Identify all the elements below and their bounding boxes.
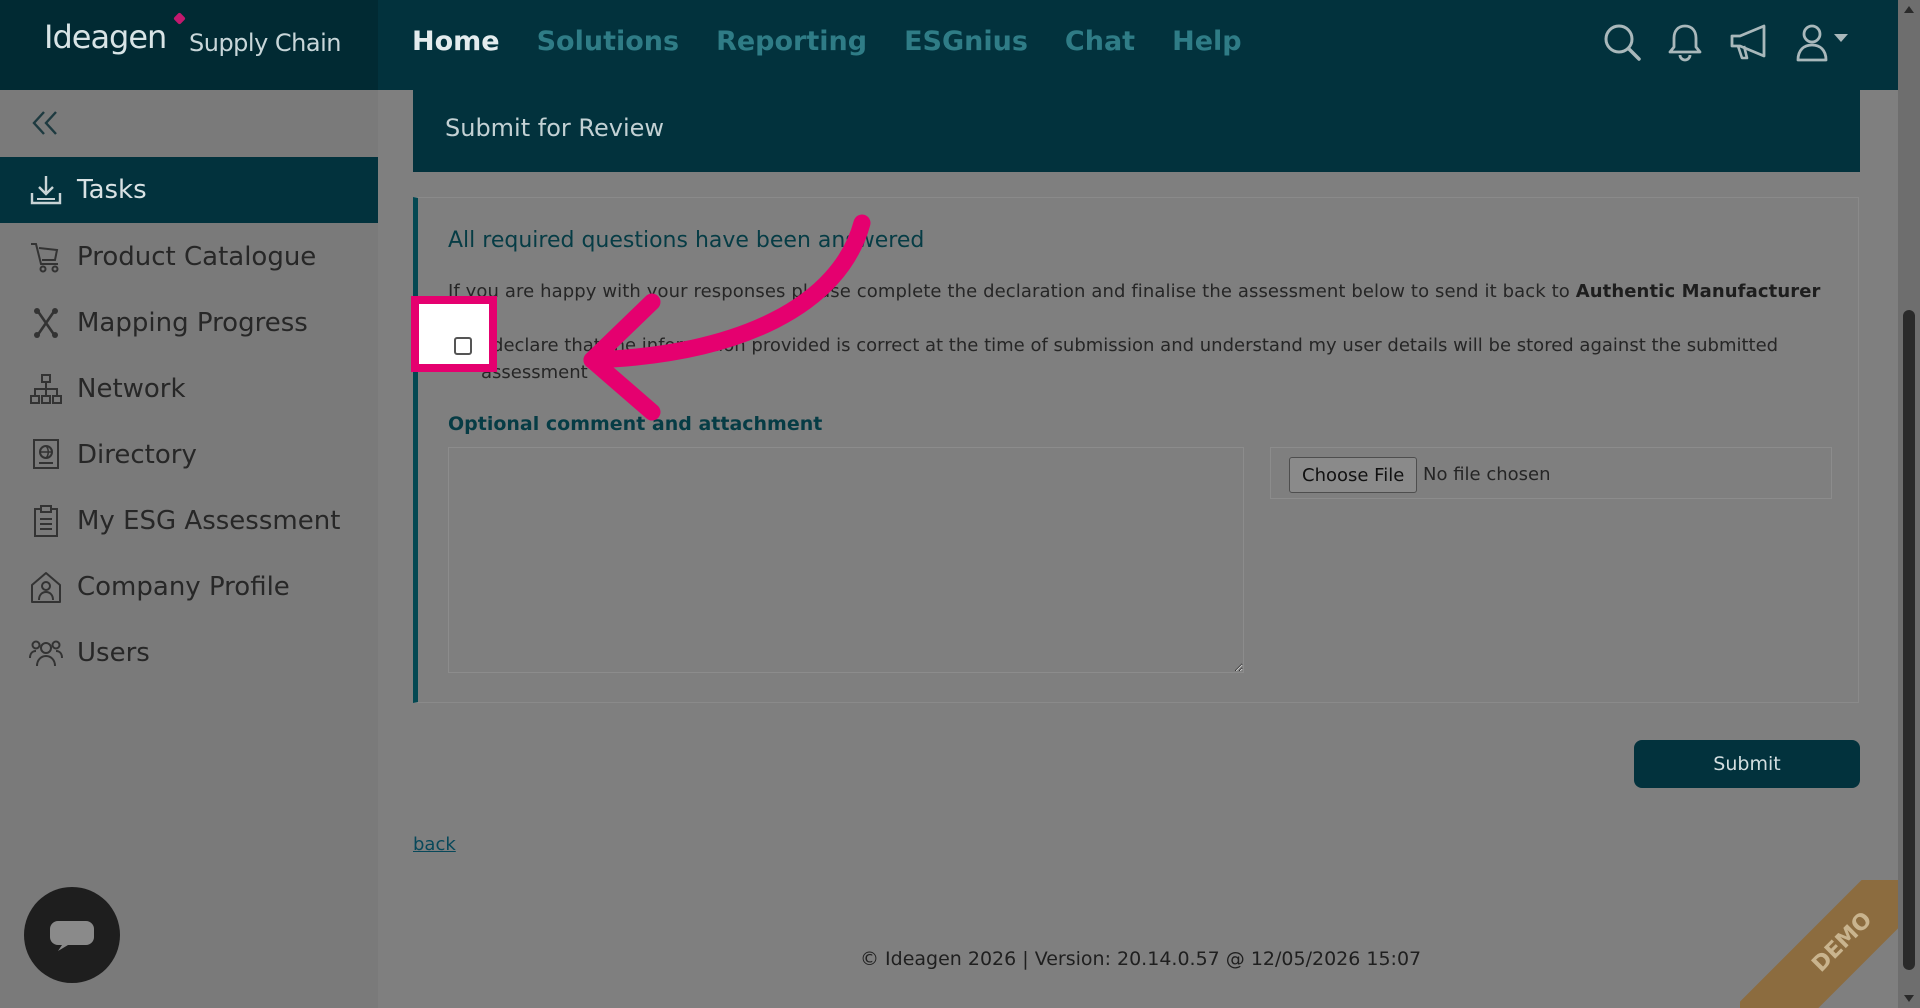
top-icon-group <box>1602 22 1852 62</box>
demo-ribbon-band: DEMO <box>1740 880 1898 1008</box>
page-scrollbar[interactable] <box>1898 0 1920 1008</box>
search-icon[interactable] <box>1602 22 1642 62</box>
collapse-sidebar-icon[interactable] <box>30 108 60 142</box>
users-icon <box>28 635 64 671</box>
scroll-down-icon[interactable] <box>1904 995 1914 1002</box>
sidebar-item-label: Network <box>77 374 186 404</box>
megaphone-icon[interactable] <box>1728 22 1772 62</box>
scrollbar-thumb[interactable] <box>1903 310 1915 970</box>
sidebar-item-tasks[interactable]: Tasks <box>0 157 378 223</box>
bell-icon[interactable] <box>1666 22 1704 62</box>
file-attachment: Choose File No file chosen <box>1270 447 1832 499</box>
chat-widget-button[interactable] <box>24 887 120 983</box>
nav-help[interactable]: Help <box>1172 26 1242 57</box>
demo-ribbon: DEMO <box>1740 880 1898 1008</box>
logo-accent-mark <box>173 12 186 25</box>
sidebar-item-product-catalogue[interactable]: Product Catalogue <box>0 224 378 290</box>
recipient-name: Authentic Manufacturer <box>1575 281 1821 302</box>
network-icon <box>28 371 64 407</box>
sidebar-item-label: Tasks <box>77 175 147 205</box>
nav-home[interactable]: Home <box>412 26 500 57</box>
panel-header: Submit for Review <box>413 90 1860 172</box>
directory-icon <box>28 437 64 473</box>
sidebar-item-label: My ESG Assessment <box>77 506 341 536</box>
tray-download-icon <box>28 172 64 208</box>
nav-solutions[interactable]: Solutions <box>537 26 679 57</box>
demo-ribbon-text: DEMO <box>1807 907 1877 977</box>
sidebar-item-label: Users <box>77 638 150 668</box>
back-link[interactable]: back <box>413 834 456 855</box>
sidebar-item-network[interactable]: Network <box>0 356 378 422</box>
footer-version: © Ideagen 2026 | Version: 20.14.0.57 @ 1… <box>860 948 1422 970</box>
sidebar-item-users[interactable]: Users <box>0 620 378 686</box>
nav-chat[interactable]: Chat <box>1065 26 1135 57</box>
sidebar-item-label: Product Catalogue <box>77 242 317 272</box>
sidebar-item-directory[interactable]: Directory <box>0 422 378 488</box>
sidebar-item-label: Mapping Progress <box>77 308 308 338</box>
submit-button[interactable]: Submit <box>1634 740 1860 788</box>
sidebar-item-label: Company Profile <box>77 572 290 602</box>
logo-product-name: Supply Chain <box>189 29 341 57</box>
sidebar-item-my-esg-assessment[interactable]: My ESG Assessment <box>0 488 378 554</box>
page-title: Submit for Review <box>445 114 665 142</box>
scroll-up-icon[interactable] <box>1904 6 1914 13</box>
top-navigation-bar: Ideagen Supply Chain Home Solutions Repo… <box>0 0 1898 90</box>
sidebar-item-company-profile[interactable]: Company Profile <box>0 554 378 620</box>
chat-icon <box>50 921 94 951</box>
user-menu-icon[interactable] <box>1796 22 1852 62</box>
annotation-arrow-icon <box>583 214 871 421</box>
brand-logo[interactable]: Ideagen Supply Chain <box>0 0 378 90</box>
mapping-icon <box>28 305 64 341</box>
clipboard-icon <box>28 503 64 539</box>
main-nav: Home Solutions Reporting ESGnius Chat He… <box>412 26 1242 57</box>
declaration-checkbox[interactable] <box>454 337 472 355</box>
declaration-checkbox-highlight <box>411 296 497 372</box>
sidebar: Tasks Product Catalogue Mapping Progress… <box>0 90 378 1008</box>
nav-reporting[interactable]: Reporting <box>716 26 867 57</box>
company-icon <box>28 569 64 605</box>
file-status: No file chosen <box>1423 464 1551 485</box>
cart-icon <box>28 239 64 275</box>
sidebar-item-label: Directory <box>77 440 197 470</box>
sidebar-item-mapping-progress[interactable]: Mapping Progress <box>0 290 378 356</box>
comment-textarea[interactable] <box>448 447 1244 673</box>
nav-esgnius[interactable]: ESGnius <box>904 26 1028 57</box>
logo-wordmark: Ideagen <box>44 18 167 56</box>
choose-file-button[interactable]: Choose File <box>1289 457 1418 493</box>
